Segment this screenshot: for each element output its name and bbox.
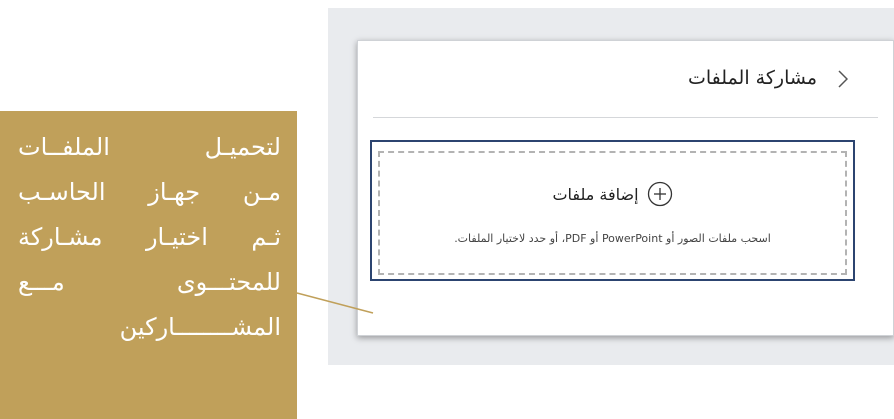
instruction-callout: لتحميـل الملفــات مـن جهـاز الحاسـب ثـم …	[0, 111, 297, 419]
callout-text: لتحميـل الملفــات مـن جهـاز الحاسـب ثـم …	[0, 111, 297, 350]
file-dropzone[interactable]: إضافة ملفات اسحب ملفات الصور أو PowerPoi…	[378, 151, 847, 275]
callout-line-4: للمحتـــوى مـــع	[18, 268, 281, 296]
callout-line-2: مـن جهـاز الحاسـب	[18, 178, 281, 206]
callout-line-1: لتحميـل الملفــات	[18, 133, 281, 161]
panel-title: مشاركة الملفات	[688, 67, 817, 89]
callout-line-5: المشــــــــاركين	[119, 313, 281, 341]
add-files-button[interactable]: إضافة ملفات	[380, 181, 845, 207]
header-divider	[373, 117, 878, 118]
callout-line-3: ثـم اختيـار مشـاركة	[18, 223, 281, 251]
upload-hint-text: اسحب ملفات الصور أو PowerPoint أو PDF، أ…	[454, 232, 771, 245]
share-files-panel: مشاركة الملفات إضافة ملفات اسحب ملفات ال…	[357, 40, 894, 336]
chevron-right-icon[interactable]	[833, 67, 853, 91]
add-files-label: إضافة ملفات	[552, 184, 639, 204]
plus-circle-icon	[647, 181, 672, 207]
upload-area-frame: إضافة ملفات اسحب ملفات الصور أو PowerPoi…	[370, 140, 855, 281]
callout-pointer-line	[296, 292, 374, 314]
panel-header: مشاركة الملفات	[358, 41, 893, 117]
